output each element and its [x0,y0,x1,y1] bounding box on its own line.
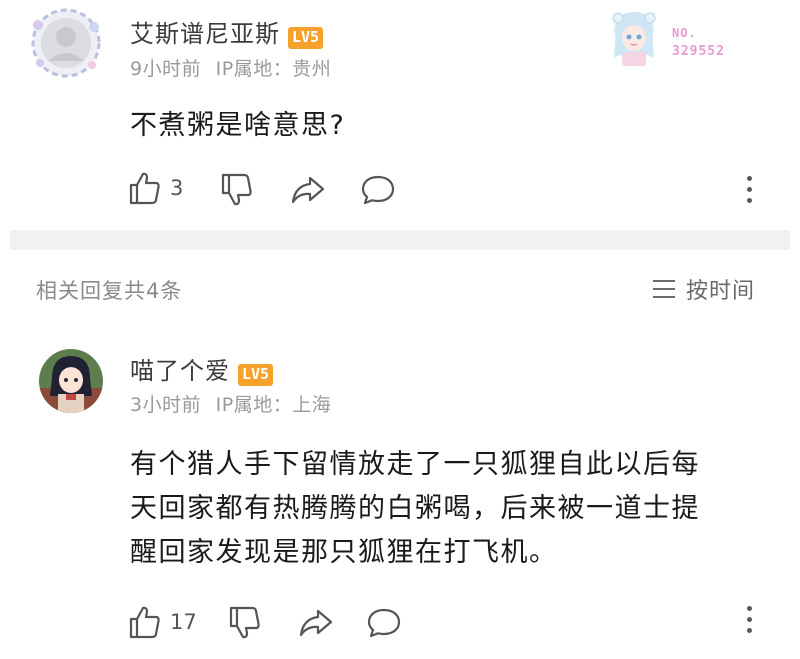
ip-location: IP属地：贵州 [215,58,332,80]
ip-location: IP属地：上海 [215,394,332,416]
thumbs-up-icon [129,606,160,639]
replies-count-title: 相关回复共4条 [36,279,183,303]
like-button[interactable]: 17 [128,604,197,640]
anime-character-badge-icon [612,12,656,66]
share-button[interactable] [298,607,334,639]
thumbs-down-icon [229,606,260,639]
thumbs-down-icon [221,173,252,206]
reply-content-line: 天回家都有热腾腾的白粥喝，后来被一道士提 [130,493,700,524]
timestamp: 3小时前 [130,394,202,416]
comment-header: 艾斯谱尼亚斯 LV5 [130,14,324,49]
level-badge: LV5 [238,363,274,386]
section-divider [10,230,790,250]
comment-bubble-icon [361,175,395,205]
badge-label: NO. [672,26,697,40]
timestamp: 9小时前 [130,58,202,80]
username[interactable]: 艾斯谱尼亚斯 [130,20,280,48]
reply-content-line: 有个猎人手下留情放走了一只狐狸自此以后每 [130,449,700,480]
sort-toggle[interactable]: 按时间 [652,273,755,305]
reply-header: 喵了个爱 LV5 [130,351,274,386]
comment-bubble-icon [367,608,401,638]
more-options-icon[interactable] [744,606,754,633]
share-arrow-icon [291,176,325,204]
avatar-portrait-icon [31,8,101,78]
comment-content: 不煮粥是啥意思? [130,110,346,141]
fan-badge[interactable]: NO. 329552 [604,8,764,68]
share-arrow-icon [299,609,333,637]
reply-button[interactable] [360,174,396,206]
like-button[interactable]: 3 [128,170,183,206]
share-button[interactable] [290,174,326,206]
dislike-button[interactable] [220,172,254,208]
user-avatar[interactable] [24,8,108,78]
reply-content: 有个猎人手下留情放走了一只狐狸自此以后每 天回家都有热腾腾的白粥喝，后来被一道士… [130,443,770,575]
like-count: 3 [170,176,184,200]
like-count: 17 [170,610,197,634]
reply-content-line: 醒回家发现是那只狐狸在打飞机。 [130,537,558,568]
reply-meta: 3小时前 IP属地：上海 [130,390,331,417]
dislike-button[interactable] [228,605,262,641]
menu-lines-icon [653,280,675,298]
more-options-icon[interactable] [744,176,754,203]
avatar-portrait-icon [39,349,103,413]
sort-label: 按时间 [686,279,756,304]
level-badge: LV5 [288,26,324,49]
reply-avatar[interactable] [38,348,104,414]
reply-username[interactable]: 喵了个爱 [130,357,230,385]
comment-meta: 9小时前 IP属地：贵州 [130,54,331,81]
thumbs-up-icon [129,172,160,205]
badge-number: 329552 [672,44,725,59]
reply-button[interactable] [366,607,402,639]
